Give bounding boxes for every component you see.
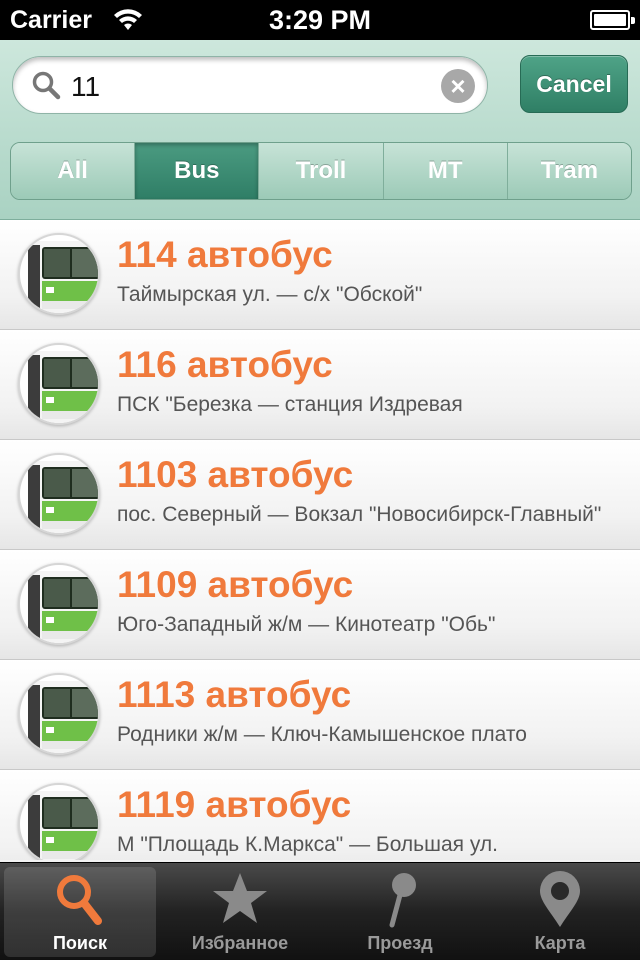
route-subtitle: Таймырская ул. — с/х "Обской" <box>117 283 423 306</box>
route-row[interactable]: 1103 автобус пос. Северный — Вокзал "Нов… <box>0 440 640 550</box>
tab-fare[interactable]: Проезд <box>320 863 480 960</box>
route-list: 114 автобус Таймырская ул. — с/х "Обской… <box>0 220 640 860</box>
route-subtitle: М "Площадь К.Маркса" — Большая ул. <box>117 833 498 856</box>
route-row[interactable]: 1113 автобус Родники ж/м — Ключ-Камышенс… <box>0 660 640 770</box>
battery-icon <box>590 10 635 30</box>
route-title: 1113 автобус <box>117 674 352 715</box>
route-title: 1103 автобус <box>117 454 354 495</box>
route-subtitle: Юго-Западный ж/м — Кинотеатр "Обь" <box>117 613 496 636</box>
search-query: 11 <box>71 71 101 102</box>
route-row[interactable]: 116 автобус ПСК "Березка — станция Издре… <box>0 330 640 440</box>
tab-bar: Поиск Избранное Проезд Карта <box>0 862 640 960</box>
tab-favorites[interactable]: Избранное <box>160 863 320 960</box>
cancel-button[interactable]: Cancel <box>520 55 628 113</box>
bus-icon <box>18 343 100 425</box>
route-title: 114 автобус <box>117 234 333 275</box>
route-row[interactable]: 1109 автобус Юго-Западный ж/м — Кинотеат… <box>0 550 640 660</box>
search-header: 11 × Cancel All Bus Troll MT Tram <box>0 40 640 220</box>
route-row[interactable]: 114 автобус Таймырская ул. — с/х "Обской… <box>0 220 640 330</box>
clock-label: 3:29 PM <box>268 5 372 35</box>
clear-icon[interactable]: × <box>441 69 475 103</box>
segment-tram[interactable]: Tram <box>507 143 631 199</box>
search-input[interactable]: 11 × <box>12 56 488 114</box>
bus-icon <box>18 673 100 755</box>
map-marker-icon <box>540 871 580 927</box>
search-icon <box>32 71 61 100</box>
route-title: 116 автобус <box>117 344 333 385</box>
segment-all[interactable]: All <box>11 143 136 199</box>
route-title: 1109 автобус <box>117 564 354 605</box>
bus-icon <box>18 453 100 535</box>
tab-label: Проезд <box>367 933 433 953</box>
pin-icon <box>389 873 416 928</box>
status-bar: Carrier 3:29 PM <box>0 0 640 40</box>
route-title: 1119 автобус <box>117 784 352 825</box>
route-row[interactable]: 1119 автобус М "Площадь К.Маркса" — Боль… <box>0 770 640 860</box>
bus-icon <box>18 563 100 645</box>
star-icon <box>213 873 267 923</box>
tab-search[interactable]: Поиск <box>4 867 156 957</box>
search-icon <box>57 875 102 925</box>
segment-mt[interactable]: MT <box>383 143 508 199</box>
tab-label: Избранное <box>191 933 289 953</box>
tab-label: Карта <box>534 933 586 953</box>
route-subtitle: Родники ж/м — Ключ-Камышенское плато <box>117 723 527 746</box>
segment-troll[interactable]: Troll <box>259 143 384 199</box>
tab-map[interactable]: Карта <box>480 863 640 960</box>
route-subtitle: пос. Северный — Вокзал "Новосибирск-Глав… <box>117 503 602 526</box>
bus-icon <box>18 233 100 315</box>
segment-bus[interactable]: Bus <box>135 143 260 199</box>
bus-icon <box>18 783 100 860</box>
route-subtitle: ПСК "Березка — станция Издревая <box>117 393 463 416</box>
tab-label: Поиск <box>52 933 108 953</box>
transport-type-filter: All Bus Troll MT Tram <box>10 142 632 200</box>
